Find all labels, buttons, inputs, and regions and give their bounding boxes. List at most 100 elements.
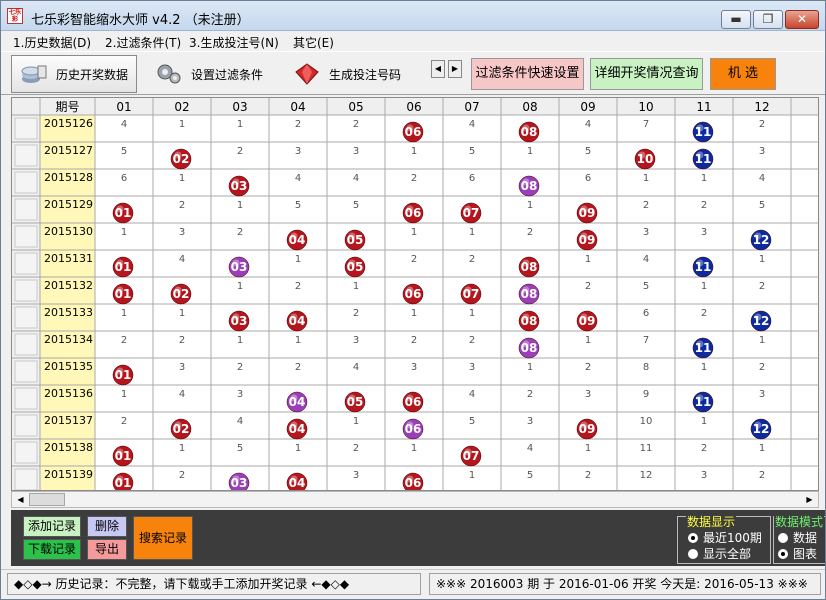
omission-count: 1 [759,335,765,346]
download-record-button[interactable]: 下载记录 [23,539,81,560]
omission-count: 5 [643,281,649,292]
drawn-number: 11 [695,260,712,274]
drawn-number: 06 [405,476,422,490]
drawn-number: 07 [463,449,480,463]
show-all-radio[interactable]: 显示全部 [688,545,751,562]
maximize-button[interactable]: ❐ [753,10,783,29]
column-header-09: 09 [580,100,595,114]
mode-data-radio[interactable]: 数据 [778,529,817,546]
radio-checked-icon [778,548,788,559]
recent-100-radio[interactable]: 最近100期 [688,529,762,546]
row-selector[interactable] [14,387,38,410]
close-button[interactable]: ✕ [785,10,819,29]
drawn-number: 11 [695,341,712,355]
row-selector[interactable] [14,333,38,356]
row-selector[interactable] [14,360,38,383]
menu-history-data[interactable]: 1.历史数据(D) [13,34,91,51]
generate-numbers-button[interactable]: 生成投注号码 [285,55,413,93]
scroll-right-arrow-icon[interactable]: ▶ [801,492,818,507]
row-selector[interactable] [14,306,38,329]
row-selector[interactable] [14,198,38,221]
omission-count: 5 [527,470,533,481]
omission-count: 3 [295,146,301,157]
scroll-thumb[interactable] [29,493,65,506]
column-header-05: 05 [348,100,363,114]
omission-count: 1 [643,173,649,184]
omission-count: 4 [179,254,185,265]
radio-unchecked-icon [778,532,788,543]
scroll-left-arrow-icon[interactable]: ◀ [12,492,29,507]
period-cell: 2015130 [44,225,93,238]
toolbar-scroll-right-button[interactable]: ▶ [448,60,462,78]
record-panel: 添加记录 删除 下载记录 导出 搜索记录 数据显示 最近100期 显示全部 数据… [11,510,825,566]
omission-count: 5 [353,200,359,211]
history-status: ◆◇◆→ 历史记录：不完整，请下载或手工添加开奖记录 ←◆◇◆ [7,573,421,595]
data-mode-group: 数据模式 数据 图表 [773,513,825,564]
drawn-number: 01 [115,260,132,274]
drawn-number: 11 [695,395,712,409]
title-bar[interactable]: 七乐彩 七乐彩智能缩水大师 v4.2 （未注册） ▬ ❐ ✕ [1,1,825,31]
detail-query-button[interactable]: 详细开奖情况查询 [590,58,703,90]
omission-count: 12 [640,470,653,481]
row-selector[interactable] [14,468,38,490]
row-selector[interactable] [14,225,38,248]
export-button[interactable]: 导出 [87,539,127,560]
omission-count: 3 [179,362,185,373]
horizontal-scrollbar[interactable]: ◀ ▶ [11,491,819,508]
row-selector[interactable] [14,144,38,167]
row-selector[interactable] [14,117,38,140]
menu-other[interactable]: 其它(E) [293,34,334,51]
period-cell: 2015138 [44,441,93,454]
omission-count: 2 [295,281,301,292]
column-header-12: 12 [754,100,769,114]
omission-count: 2 [469,254,475,265]
menu-filter-conditions[interactable]: 2.过滤条件(T) [105,34,181,51]
drawn-number: 09 [579,233,596,247]
menu-generate-numbers[interactable]: 3.生成投注号(N) [189,34,279,51]
row-selector[interactable] [14,252,38,275]
row-selector[interactable] [14,441,38,464]
period-header: 期号 [55,100,79,114]
omission-count: 1 [469,308,475,319]
drawn-number: 10 [637,152,654,166]
row-selector[interactable] [14,414,38,437]
drawn-number: 11 [695,152,712,166]
omission-count: 2 [759,281,765,292]
omission-count: 6 [469,173,475,184]
add-record-button[interactable]: 添加记录 [23,516,81,537]
row-selector[interactable] [14,171,38,194]
status-bar: ◆◇◆→ 历史记录：不完整，请下载或手工添加开奖记录 ←◆◇◆ ※※※ 2016… [1,569,825,599]
omission-count: 1 [469,470,475,481]
toolbar-scroll-left-button[interactable]: ◀ [431,60,445,78]
omission-count: 2 [411,254,417,265]
period-cell: 2015137 [44,414,93,427]
quick-filter-button[interactable]: 过滤条件快速设置 [471,58,584,90]
omission-count: 4 [527,443,533,454]
omission-count: 3 [353,335,359,346]
toolbar: 历史开奖数据 设置过滤条件 生成投注号码 ◀ ▶ 过滤条件快速设置 详细开奖情况… [1,51,825,95]
omission-count: 2 [527,389,533,400]
random-pick-button[interactable]: 机 选 [710,58,776,90]
drawn-number: 08 [521,287,538,301]
period-cell: 2015131 [44,252,93,265]
minimize-button[interactable]: ▬ [721,10,751,29]
filter-settings-button[interactable]: 设置过滤条件 [147,55,275,93]
delete-button[interactable]: 删除 [87,516,127,537]
omission-count: 4 [353,173,359,184]
omission-count: 1 [527,146,533,157]
mode-chart-radio[interactable]: 图表 [778,545,817,562]
history-data-button[interactable]: 历史开奖数据 [11,55,137,93]
gear-icon [157,64,181,84]
row-selector[interactable] [14,279,38,302]
omission-count: 3 [643,227,649,238]
omission-count: 3 [759,389,765,400]
search-record-button[interactable]: 搜索记录 [133,516,193,560]
drawn-number: 01 [115,206,132,220]
omission-count: 6 [585,173,591,184]
omission-count: 2 [701,308,707,319]
omission-count: 1 [237,200,243,211]
show-all-label: 显示全部 [703,547,752,561]
drawn-number: 08 [521,125,538,139]
drawn-number: 04 [289,476,306,490]
history-grid[interactable]: 期号 01 02 03 04 05 06 07 08 09 10 11 12 2015126 4 1 1 2 2 06… [11,97,819,491]
